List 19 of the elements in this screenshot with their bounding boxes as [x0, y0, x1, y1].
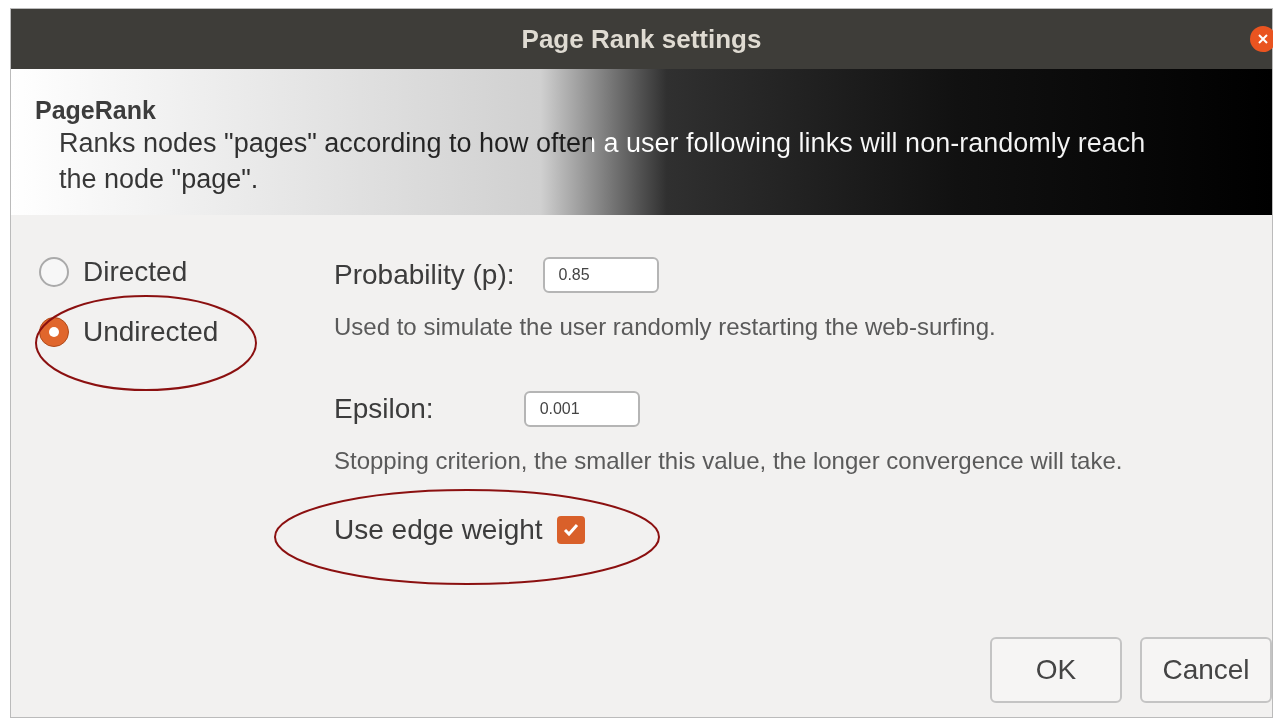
radio-option[interactable]: Undirected	[39, 317, 334, 347]
radio-button[interactable]	[39, 257, 69, 287]
close-icon	[1258, 34, 1268, 44]
epsilon-help: Stopping criterion, the smaller this value, the longer convergence will take.	[334, 446, 1123, 476]
probability-help: Used to simulate the user randomly restarting the web-surfing.	[334, 312, 997, 342]
dialog-button[interactable]: Cancel	[1140, 637, 1272, 703]
header-title: PageRank	[35, 95, 157, 125]
epsilon-label: Epsilon:	[334, 392, 434, 426]
probability-field[interactable]: 0.85	[542, 257, 659, 293]
dialog-button[interactable]: OK	[990, 637, 1122, 703]
probability-label: Probability (p):	[334, 258, 515, 292]
radio-button[interactable]	[39, 317, 69, 347]
edge-weight-checkbox[interactable]	[556, 516, 585, 544]
radio-option[interactable]: Directed	[39, 257, 334, 287]
check-icon	[561, 521, 580, 539]
edge-weight-label: Use edge weight	[334, 513, 543, 547]
close-button[interactable]	[1250, 26, 1273, 52]
epsilon-field[interactable]: 0.001	[523, 391, 640, 427]
window-title: Page Rank settings	[521, 22, 762, 56]
